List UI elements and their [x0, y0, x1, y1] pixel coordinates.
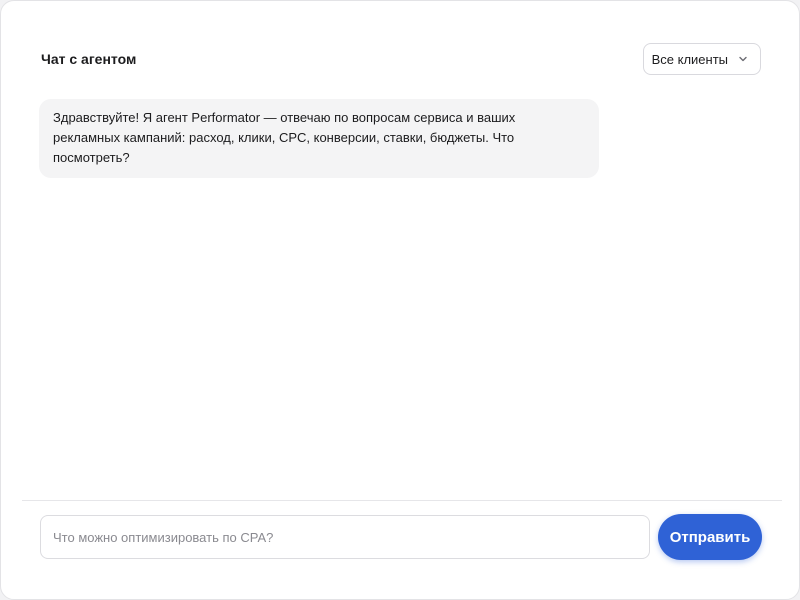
message-input[interactable]	[40, 515, 650, 559]
message-list: Здравствуйте! Я агент Performator — отве…	[39, 99, 763, 489]
chat-header: Чат с агентом Все клиенты	[41, 42, 761, 76]
message-composer: Отправить	[40, 514, 764, 560]
client-filter-select[interactable]: Все клиенты	[642, 43, 761, 75]
client-filter-value: Все клиенты	[651, 51, 728, 67]
agent-message: Здравствуйте! Я агент Performator — отве…	[39, 99, 599, 178]
composer-divider	[22, 500, 782, 501]
chat-window: Чат с агентом Все клиенты Здравствуйте! …	[0, 0, 800, 600]
page-title: Чат с агентом	[41, 50, 137, 67]
chevron-down-icon	[738, 54, 748, 64]
send-button[interactable]: Отправить	[658, 514, 762, 560]
